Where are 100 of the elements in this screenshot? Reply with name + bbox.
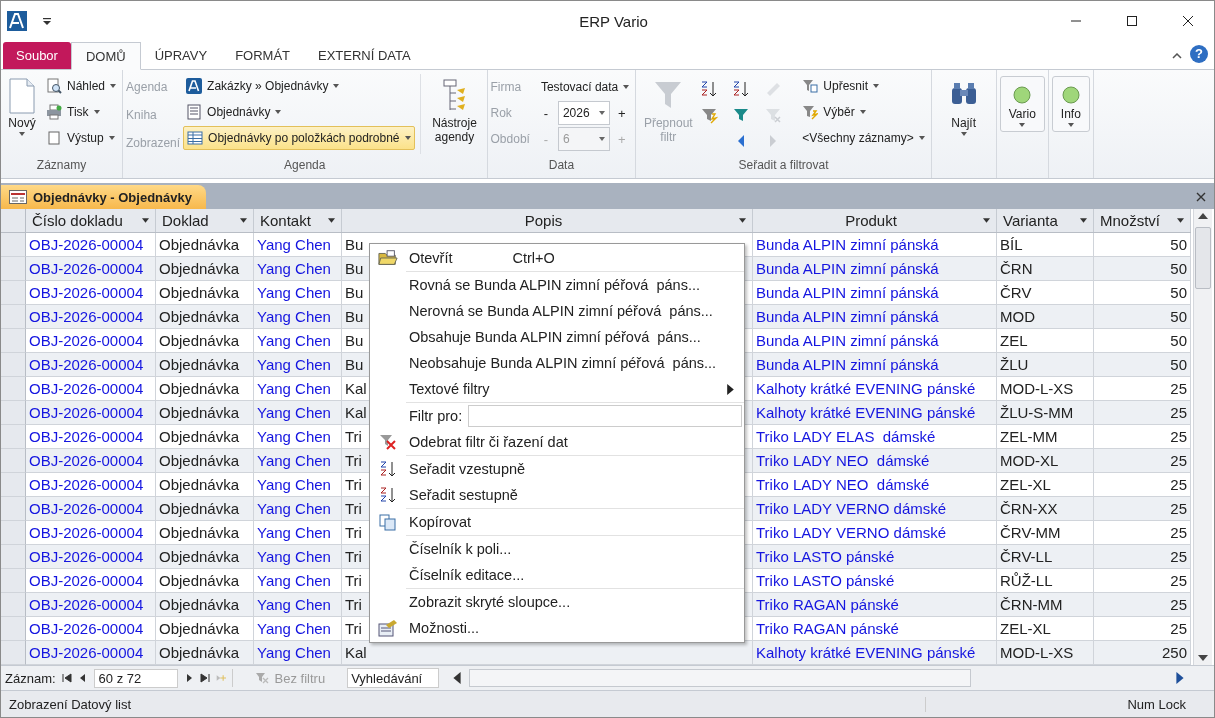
sort-icon[interactable]: [700, 80, 719, 98]
field-label: Kniha: [126, 107, 158, 124]
menu-item[interactable]: Obsahuje Bunda ALPIN zimní péřová páns...: [406, 329, 701, 345]
document-tab[interactable]: Objednávky - Objednávky: [1, 185, 206, 209]
filter-form-icon: [802, 78, 819, 94]
find-button[interactable]: Najít: [934, 74, 993, 140]
options-icon: [378, 619, 398, 637]
dropdown-arrow-icon[interactable]: [739, 218, 746, 223]
ribbon-button[interactable]: Náhled: [43, 74, 120, 98]
ribbon-tab[interactable]: DOMŮ: [70, 42, 141, 70]
scroll-left-icon[interactable]: [453, 672, 462, 684]
selection-filter-button[interactable]: Výběr: [799, 100, 928, 124]
agenda-dropdown[interactable]: Zakázky » Objednávky: [183, 74, 415, 98]
column-header[interactable]: Produkt: [753, 209, 997, 232]
ribbon-button[interactable]: Tisk: [43, 100, 120, 124]
submenu-arrow-icon: [727, 383, 734, 395]
page-icon: [46, 130, 62, 146]
group-title: Seřadit a filtrovat: [737, 158, 830, 174]
dropdown-arrow-icon[interactable]: [142, 218, 149, 223]
group-title: Záznamy: [35, 158, 88, 174]
dropdown-arrow-icon: [859, 110, 866, 114]
records-filter-dropdown[interactable]: <Všechny záznamy>: [799, 126, 928, 150]
agenda-dropdown[interactable]: Objednávky po položkách podrobné: [183, 126, 415, 150]
table-icon: [187, 130, 204, 146]
menu-item[interactable]: Číselník editace...: [406, 567, 525, 583]
dropdown-arrow-icon: [598, 111, 605, 115]
info-button[interactable]: Info: [1051, 76, 1090, 132]
menu-item[interactable]: Textové filtry: [406, 381, 490, 397]
last-record-icon[interactable]: [199, 673, 210, 683]
menu-item[interactable]: Možnosti...: [406, 620, 480, 636]
company-dropdown[interactable]: Testovací data: [537, 74, 633, 100]
new-button[interactable]: Nový: [4, 74, 40, 140]
ribbon-tab[interactable]: ÚPRAVY: [140, 42, 222, 69]
dropdown-arrow-icon: [110, 84, 117, 88]
dropdown-arrow-icon: [275, 110, 282, 114]
column-header[interactable]: Množství: [1094, 209, 1191, 232]
collapse-ribbon-icon[interactable]: [1172, 53, 1182, 59]
scroll-thumb[interactable]: [469, 669, 972, 687]
dropdown-arrow-icon: [873, 84, 879, 88]
close-icon[interactable]: [1196, 192, 1206, 202]
group-title: Data: [547, 158, 576, 174]
agenda-dropdown[interactable]: Objednávky: [183, 100, 415, 124]
agenda-tools-button[interactable]: Nástroje agendy: [425, 74, 484, 148]
vertical-scrollbar[interactable]: [1193, 209, 1212, 665]
new-record-icon[interactable]: [215, 673, 226, 683]
menu-item[interactable]: Nerovná se Bunda ALPIN zimní péřová páns...: [406, 303, 713, 319]
ribbon-button[interactable]: Výstup: [43, 126, 120, 150]
clear-filter-icon: [378, 433, 398, 451]
help-button[interactable]: ?: [1190, 45, 1208, 63]
dropdown-arrow-icon: [1019, 123, 1026, 127]
ribbon-tab[interactable]: EXTERNÍ DATA: [304, 42, 425, 69]
field-label: Zobrazení: [126, 135, 181, 152]
menu-item[interactable]: Odebrat filtr či řazení dat: [406, 434, 568, 450]
ribbon-tab[interactable]: FORMÁT: [221, 42, 305, 69]
quick-access-menu-icon[interactable]: [43, 17, 51, 25]
filter-icon[interactable]: [732, 106, 751, 124]
dropdown-arrow-icon[interactable]: [328, 218, 335, 223]
decrement-button[interactable]: -: [537, 105, 554, 121]
menu-item[interactable]: Zobrazit skryté sloupce...: [406, 594, 571, 610]
ribbon-tab[interactable]: Soubor: [3, 42, 71, 69]
sort-icon[interactable]: [732, 80, 751, 98]
record-label: Záznam:: [5, 670, 56, 686]
field-label: Agenda: [126, 79, 169, 96]
column-header[interactable]: Kontakt: [254, 209, 342, 232]
window-title: ERP Vario: [578, 12, 649, 30]
scroll-right-icon[interactable]: [1176, 672, 1184, 684]
column-header[interactable]: Číslo dokladu: [26, 209, 156, 232]
close-icon[interactable]: [1182, 15, 1194, 27]
scroll-thumb[interactable]: [1195, 227, 1211, 289]
scroll-down-icon[interactable]: [1198, 655, 1208, 661]
form-icon: [9, 190, 27, 204]
column-header[interactable]: Varianta: [997, 209, 1094, 232]
document-icon: [7, 78, 37, 114]
filter-input[interactable]: [468, 405, 742, 427]
maximize-icon[interactable]: [1126, 15, 1138, 27]
filter-icon[interactable]: [700, 106, 719, 124]
dropdown-arrow-icon[interactable]: [1177, 218, 1184, 223]
search-field[interactable]: Vyhledávání: [347, 668, 440, 688]
field-label: Rok: [490, 105, 513, 122]
vario-button[interactable]: Vario: [999, 76, 1045, 132]
dropdown-arrow-icon: [404, 136, 411, 140]
column-header[interactable]: Popis: [342, 209, 753, 232]
advanced-filter-button[interactable]: Upřesnit: [799, 74, 928, 98]
dropdown-arrow-icon: [333, 84, 340, 88]
dropdown-arrow-icon: [93, 110, 100, 114]
app-logo-icon: [186, 78, 203, 94]
value-dropdown[interactable]: 2026: [557, 101, 610, 125]
app-logo-icon[interactable]: [7, 11, 27, 31]
scroll-up-icon[interactable]: [1198, 213, 1208, 219]
dropdown-arrow-icon: [623, 85, 630, 89]
increment-button[interactable]: +: [613, 105, 630, 121]
dropdown-arrow-icon[interactable]: [1080, 218, 1087, 223]
first-record-icon[interactable]: [61, 673, 72, 683]
printer-icon: [46, 104, 62, 120]
dropdown-arrow-icon[interactable]: [983, 218, 990, 223]
record-position-field[interactable]: 60 z 72: [93, 668, 178, 688]
menu-item[interactable]: Neobsahuje Bunda ALPIN zimní péřová páns...: [406, 355, 717, 371]
column-header[interactable]: Doklad: [156, 209, 254, 232]
dropdown-arrow-icon[interactable]: [240, 218, 247, 223]
sort-icon: [378, 486, 398, 504]
